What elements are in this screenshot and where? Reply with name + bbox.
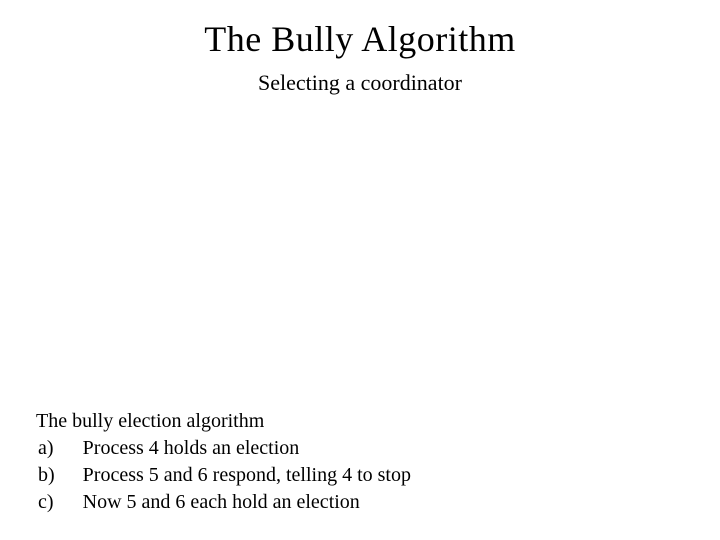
list-item-text: Process 4 holds an election [83, 435, 411, 462]
list-item: c) Now 5 and 6 each hold an election [36, 489, 411, 516]
body-section: The bully election algorithm a) Process … [36, 410, 676, 516]
list-item-text: Now 5 and 6 each hold an election [83, 489, 411, 516]
list-item-label: a) [36, 435, 83, 462]
list-item-label: c) [36, 489, 83, 516]
slide-title: The Bully Algorithm [0, 0, 720, 60]
list-item: b) Process 5 and 6 respond, telling 4 to… [36, 462, 411, 489]
ordered-list: a) Process 4 holds an election b) Proces… [36, 435, 411, 516]
slide-subtitle: Selecting a coordinator [0, 70, 720, 96]
list-item-label: b) [36, 462, 83, 489]
list-item: a) Process 4 holds an election [36, 435, 411, 462]
list-item-text: Process 5 and 6 respond, telling 4 to st… [83, 462, 411, 489]
intro-text: The bully election algorithm [36, 410, 676, 433]
